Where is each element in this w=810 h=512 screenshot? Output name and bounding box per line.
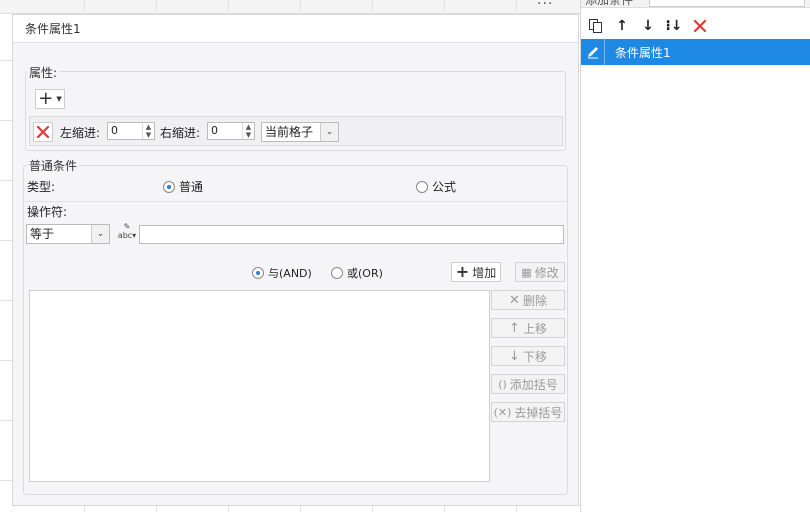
condition-list-item[interactable]: 条件属性1 (581, 39, 810, 65)
abc-icon: ✎ abc▾ (117, 222, 137, 240)
spreadsheet-header-strip (0, 0, 580, 14)
move-to-bottom-icon[interactable]: ⁝↓ (665, 17, 683, 35)
operator-select-value: 等于 (30, 227, 55, 241)
plus-icon: + (455, 262, 470, 281)
stepper-arrows-icon[interactable]: ▲ ▼ (242, 123, 254, 139)
modify-condition-button[interactable]: ▦ 修改 (515, 262, 565, 282)
condition-property-dialog: 条件属性1 属性: + ▼ 左缩进: 0 ▲ ▼ 右缩进: 0 ▲ ▼ 当前格子 ⌄… (12, 14, 579, 506)
plus-icon: + (38, 88, 54, 109)
edit-icon[interactable] (581, 39, 605, 65)
arrow-up-icon[interactable]: ↑ (613, 17, 631, 35)
chevron-down-icon: ▼ (56, 95, 62, 103)
chevron-down-icon: ⌄ (320, 123, 338, 141)
radio-unchecked-icon (331, 267, 343, 279)
condition-list-item-label: 条件属性1 (615, 45, 671, 60)
scope-select-value: 当前格子 (265, 125, 314, 139)
bracket-icon: () (498, 377, 507, 391)
left-indent-value: 0 (111, 124, 118, 137)
type-normal-radio[interactable]: 普通 (163, 178, 203, 195)
add-bracket-button[interactable]: () 添加括号 (491, 374, 565, 394)
modify-icon: ▦ (521, 265, 532, 279)
and-radio[interactable]: 与(AND) (252, 265, 312, 281)
grid-line (0, 360, 12, 361)
arrow-up-icon: ↑ (509, 320, 520, 336)
close-icon (36, 125, 50, 139)
radio-unchecked-icon (416, 180, 428, 193)
condition-list[interactable] (29, 290, 490, 482)
grid-line (0, 180, 12, 181)
operator-select[interactable]: 等于 ⌄ (26, 224, 110, 244)
arrow-down-icon[interactable]: ↓ (639, 17, 657, 35)
move-down-button[interactable]: ↓ 下移 (491, 346, 565, 366)
panel-toolbar: ↑ ↓ ⁝↓ (581, 14, 810, 38)
add-condition-button[interactable]: + 增加 (451, 262, 501, 282)
remove-property-button[interactable] (33, 122, 53, 142)
type-normal-label: 普通 (179, 180, 204, 194)
stepper-arrows-icon[interactable]: ▲ ▼ (142, 123, 154, 139)
add-property-button[interactable]: + ▼ (35, 89, 65, 109)
grid-line (0, 60, 12, 61)
condition-list-panel: 添加条件 ↑ ↓ ⁝↓ 条件属性1 (580, 0, 810, 512)
close-icon: ✕ (509, 292, 520, 308)
grid-line (0, 420, 12, 421)
left-indent-label: 左缩进: (60, 126, 101, 140)
delete-condition-button[interactable]: ✕ 删除 (491, 290, 565, 310)
type-label: 类型: (27, 180, 56, 194)
right-indent-stepper[interactable]: 0 ▲ ▼ (207, 122, 255, 140)
grid-line (0, 120, 12, 121)
value-type-button[interactable]: ✎ abc▾ (116, 222, 138, 244)
add-bracket-label: 添加括号 (509, 377, 558, 392)
and-label: 与(AND) (268, 267, 312, 280)
or-label: 或(OR) (347, 267, 383, 280)
operator-label: 操作符: (27, 205, 68, 219)
radio-checked-icon (252, 267, 264, 279)
remove-bracket-label: 去掉括号 (514, 405, 563, 420)
panel-header-field[interactable] (649, 0, 805, 7)
chevron-down-icon: ⌄ (91, 225, 109, 243)
left-indent-stepper[interactable]: 0 ▲ ▼ (107, 122, 155, 140)
more-icon[interactable]: ··· (537, 0, 553, 12)
type-formula-radio[interactable]: 公式 (416, 178, 456, 195)
panel-header-label: 添加条件 (585, 0, 634, 7)
dialog-title: 条件属性1 (13, 15, 578, 43)
grid-line (0, 300, 12, 301)
move-up-label: 上移 (522, 321, 547, 336)
arrow-down-icon: ↓ (509, 348, 520, 364)
condition-value-input[interactable] (139, 225, 564, 244)
properties-legend: 属性: (27, 64, 60, 81)
move-up-button[interactable]: ↑ 上移 (491, 318, 565, 338)
right-indent-label: 右缩进: (160, 126, 201, 140)
or-radio[interactable]: 或(OR) (331, 265, 383, 281)
property-row: 左缩进: 0 ▲ ▼ 右缩进: 0 ▲ ▼ 当前格子 ⌄ (29, 116, 563, 146)
add-condition-label: 增加 (472, 265, 497, 280)
grid-line (0, 240, 12, 241)
type-formula-label: 公式 (432, 180, 457, 194)
panel-header-strip: 添加条件 (581, 0, 810, 8)
move-down-label: 下移 (522, 349, 547, 364)
scope-select[interactable]: 当前格子 ⌄ (261, 122, 339, 142)
divider (25, 201, 566, 202)
delete-icon[interactable] (691, 17, 709, 35)
copy-icon[interactable] (587, 17, 605, 35)
normal-condition-legend: 普通条件 (27, 157, 80, 174)
grid-line (0, 480, 12, 481)
right-indent-value: 0 (211, 124, 218, 137)
delete-condition-label: 删除 (522, 293, 547, 308)
modify-condition-label: 修改 (534, 265, 559, 280)
remove-bracket-button[interactable]: (✕) 去掉括号 (491, 402, 565, 422)
radio-checked-icon (163, 180, 175, 193)
remove-bracket-icon: (✕) (493, 405, 512, 419)
